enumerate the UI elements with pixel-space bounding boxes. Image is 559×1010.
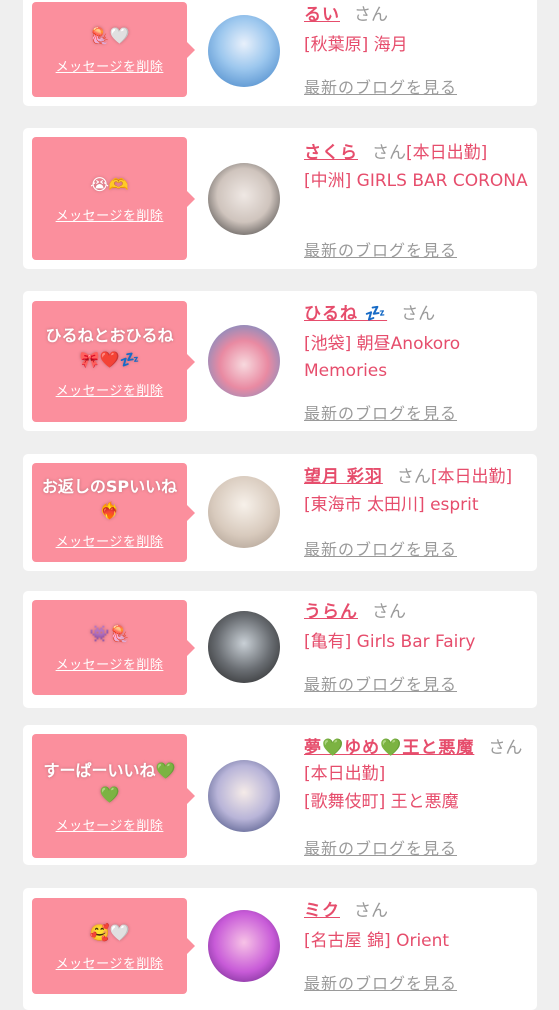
message-bubble: 🥰🤍 メッセージを削除: [32, 898, 195, 994]
shop-name: [秋葉原] 海月: [304, 35, 408, 55]
status-badge: [本日出勤]: [406, 143, 488, 163]
delete-message-link[interactable]: メッセージを削除: [56, 531, 164, 550]
message-text: 👾🪼: [89, 624, 130, 643]
message-bubble: すーぱーいいね💚 💚 メッセージを削除: [32, 734, 195, 858]
message-text: 😭🫶: [90, 175, 129, 194]
entry-info: ひるね 💤 さん [池袋] 朝昼Anokoro Memories: [304, 301, 529, 385]
girl-name-link[interactable]: 望月 彩羽: [304, 467, 383, 487]
honorific: さん: [401, 304, 436, 324]
message-bubble: 👾🪼 メッセージを削除: [32, 600, 195, 695]
message-text: すーぱーいいね💚 💚: [43, 760, 176, 804]
latest-blog-link[interactable]: 最新のブログを見る: [304, 74, 457, 98]
shop-name: [東海市 太田川] esprit: [304, 495, 479, 515]
honorific: さん: [396, 467, 431, 487]
avatar[interactable]: [208, 163, 280, 235]
entry-info: うらん さん [亀有] Girls Bar Fairy: [304, 599, 529, 656]
message-bubble: お返しのSPいいね ❤️‍🔥 メッセージを削除: [32, 463, 195, 562]
message-card: お返しのSPいいね ❤️‍🔥 メッセージを削除 望月 彩羽 さん[本日出勤] [東…: [23, 454, 537, 571]
girl-name-link[interactable]: ミク: [304, 901, 340, 921]
message-card: 😭🫶 メッセージを削除 さくら さん[本日出勤] [中洲] GIRLS BAR C…: [23, 128, 537, 269]
girl-name-link[interactable]: るい: [304, 5, 340, 25]
avatar[interactable]: [208, 611, 280, 683]
status-badge: [本日出勤]: [430, 467, 513, 487]
message-card: ひるねとおひるね 🎀❤️💤 メッセージを削除 ひるね 💤 さん [池袋] 朝昼An…: [23, 291, 537, 431]
delete-message-link[interactable]: メッセージを削除: [56, 815, 164, 834]
message-card: 🥰🤍 メッセージを削除 ミク さん [名古屋 錦] Orient 最新のブログを見…: [23, 888, 537, 1010]
status-badge: [本日出勤]: [304, 764, 386, 784]
latest-blog-link[interactable]: 最新のブログを見る: [304, 237, 457, 261]
latest-blog-link[interactable]: 最新のブログを見る: [304, 671, 457, 695]
girl-name-link[interactable]: さくら: [304, 143, 358, 163]
avatar[interactable]: [208, 15, 280, 87]
latest-blog-link[interactable]: 最新のブログを見る: [304, 400, 457, 424]
avatar[interactable]: [208, 476, 280, 548]
delete-message-link[interactable]: メッセージを削除: [56, 56, 164, 75]
message-card: 👾🪼 メッセージを削除 うらん さん [亀有] Girls Bar Fairy 最…: [23, 591, 537, 708]
girl-name-link[interactable]: うらん: [304, 602, 358, 622]
shop-name: [名古屋 錦] Orient: [304, 931, 450, 951]
message-text: 🪼🤍: [89, 26, 130, 45]
avatar[interactable]: [208, 325, 280, 397]
girl-name-link[interactable]: 夢💚ゆめ💚王と悪魔: [304, 738, 474, 758]
latest-blog-link[interactable]: 最新のブログを見る: [304, 835, 457, 859]
girl-name-link[interactable]: ひるね 💤: [304, 304, 387, 324]
honorific: さん: [372, 143, 406, 163]
entry-info: さくら さん[本日出勤] [中洲] GIRLS BAR CORONA: [304, 140, 529, 195]
delete-message-link[interactable]: メッセージを削除: [56, 380, 164, 399]
honorific: さん: [372, 602, 406, 622]
message-card: 🪼🤍 メッセージを削除 るい さん [秋葉原] 海月 最新のブログを見る: [23, 0, 537, 106]
entry-info: 望月 彩羽 さん[本日出勤] [東海市 太田川] esprit: [304, 464, 529, 519]
delete-message-link[interactable]: メッセージを削除: [56, 953, 164, 972]
honorific: さん: [354, 5, 388, 25]
honorific: さん: [488, 738, 523, 758]
entry-info: るい さん [秋葉原] 海月: [304, 2, 529, 59]
avatar[interactable]: [208, 760, 280, 832]
message-text: ひるねとおひるね 🎀❤️💤: [45, 326, 174, 369]
latest-blog-link[interactable]: 最新のブログを見る: [304, 536, 457, 560]
latest-blog-link[interactable]: 最新のブログを見る: [304, 970, 457, 994]
delete-message-link[interactable]: メッセージを削除: [56, 205, 164, 224]
honorific: さん: [354, 901, 388, 921]
entry-info: ミク さん [名古屋 錦] Orient: [304, 898, 529, 955]
message-bubble: 🪼🤍 メッセージを削除: [32, 2, 195, 97]
avatar[interactable]: [208, 910, 280, 982]
message-bubble: 😭🫶 メッセージを削除: [32, 137, 195, 260]
shop-name: [池袋] 朝昼Anokoro Memories: [304, 334, 461, 381]
shop-name: [中洲] GIRLS BAR CORONA: [304, 171, 528, 191]
message-card: すーぱーいいね💚 💚 メッセージを削除 夢💚ゆめ💚王と悪魔 さん [本日出勤] [歌…: [23, 725, 537, 865]
entry-info: 夢💚ゆめ💚王と悪魔 さん [本日出勤] [歌舞伎町] 王と悪魔: [304, 735, 529, 816]
message-text: お返しのSPいいね ❤️‍🔥: [41, 477, 178, 520]
shop-name: [歌舞伎町] 王と悪魔: [304, 792, 459, 812]
shop-name: [亀有] Girls Bar Fairy: [304, 632, 476, 652]
delete-message-link[interactable]: メッセージを削除: [56, 654, 164, 673]
message-text: 🥰🤍: [89, 922, 130, 942]
message-bubble: ひるねとおひるね 🎀❤️💤 メッセージを削除: [32, 301, 195, 422]
